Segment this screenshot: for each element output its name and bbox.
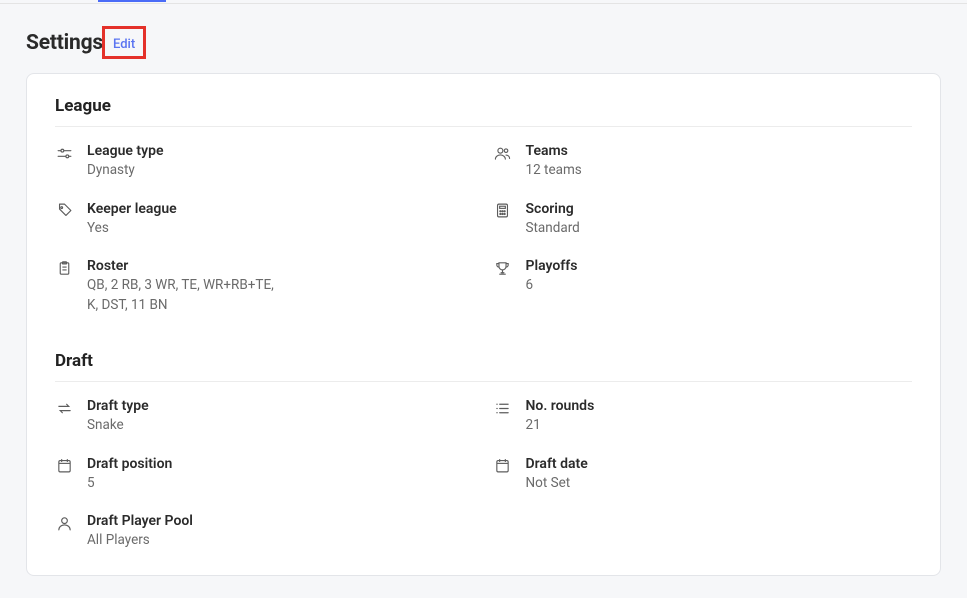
section-title-league: League: [55, 96, 912, 116]
field-value: Standard: [526, 219, 726, 239]
draft-grid: Draft type Snake No. rounds 21 Draft: [55, 398, 912, 551]
field-label: Draft position: [87, 456, 474, 472]
trophy-icon: [494, 259, 512, 277]
page-header: Settings Edit: [26, 26, 941, 59]
divider: [55, 126, 912, 127]
active-tab-underline: [98, 0, 166, 2]
section-title-draft: Draft: [55, 351, 912, 371]
field-value: Not Set: [526, 474, 726, 494]
edit-highlight-box: Edit: [102, 26, 146, 59]
field-value: 5: [87, 474, 287, 494]
calculator-icon: [494, 202, 512, 220]
sliders-icon: [55, 144, 73, 162]
field-league-type: League type Dynasty: [55, 143, 474, 181]
arrows-swap-icon: [55, 399, 73, 417]
clipboard-icon: [55, 259, 73, 277]
user-icon: [55, 514, 73, 532]
field-no-rounds: No. rounds 21: [494, 398, 913, 436]
field-value: 12 teams: [526, 161, 726, 181]
calendar-icon: [494, 457, 512, 475]
field-label: No. rounds: [526, 398, 913, 414]
field-label: Keeper league: [87, 201, 474, 217]
field-draft-type: Draft type Snake: [55, 398, 474, 436]
field-roster: Roster QB, 2 RB, 3 WR, TE, WR+RB+TE, K, …: [55, 258, 474, 315]
field-draft-pool: Draft Player Pool All Players: [55, 513, 474, 551]
field-label: Draft type: [87, 398, 474, 414]
field-label: Teams: [526, 143, 913, 159]
field-label: League type: [87, 143, 474, 159]
page-title: Settings: [26, 31, 103, 55]
field-value: Yes: [87, 219, 287, 239]
field-value: Snake: [87, 416, 287, 436]
field-playoffs: Playoffs 6: [494, 258, 913, 315]
field-value: 6: [526, 276, 726, 296]
tag-icon: [55, 202, 73, 220]
field-value: Dynasty: [87, 161, 287, 181]
field-teams: Teams 12 teams: [494, 143, 913, 181]
field-value: 21: [526, 416, 726, 436]
field-keeper: Keeper league Yes: [55, 201, 474, 239]
calendar-icon: [55, 457, 73, 475]
field-label: Draft Player Pool: [87, 513, 474, 529]
settings-card: League League type Dynasty Teams 12 team…: [26, 73, 941, 576]
list-icon: [494, 399, 512, 417]
field-draft-position: Draft position 5: [55, 456, 474, 494]
league-grid: League type Dynasty Teams 12 teams K: [55, 143, 912, 315]
users-icon: [494, 144, 512, 162]
field-label: Draft date: [526, 456, 913, 472]
field-label: Roster: [87, 258, 474, 274]
field-draft-date: Draft date Not Set: [494, 456, 913, 494]
field-scoring: Scoring Standard: [494, 201, 913, 239]
field-value: All Players: [87, 531, 287, 551]
field-value: QB, 2 RB, 3 WR, TE, WR+RB+TE, K, DST, 11…: [87, 276, 287, 315]
divider: [55, 381, 912, 382]
edit-link[interactable]: Edit: [113, 37, 135, 52]
field-label: Scoring: [526, 201, 913, 217]
tab-indicator-bar: [0, 0, 967, 4]
field-label: Playoffs: [526, 258, 913, 274]
